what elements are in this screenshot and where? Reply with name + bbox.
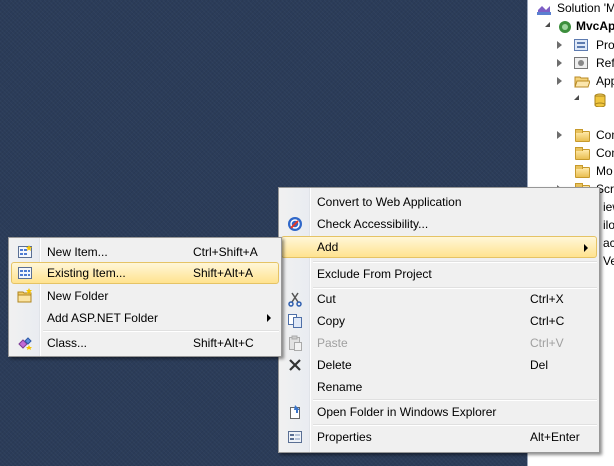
context-menu: Convert to Web Application Check Accessi… <box>278 187 600 453</box>
webconfig-label: Veb <box>603 254 614 268</box>
properties-icon <box>574 39 588 51</box>
menu-item-label: Paste <box>317 336 348 350</box>
existing-item-item[interactable]: Existing Item... Shift+Alt+A <box>11 262 279 284</box>
new-item-item[interactable]: New Item... Ctrl+Shift+A <box>11 241 279 263</box>
collapse-arrow-icon[interactable] <box>574 95 579 100</box>
accessibility-icon <box>287 216 303 232</box>
copy-icon <box>287 313 303 329</box>
menu-item-shortcut: Ctrl+Shift+A <box>193 245 258 259</box>
menu-item-shortcut: Shift+Alt+C <box>193 336 254 350</box>
new-item-icon <box>17 244 33 260</box>
properties-icon <box>287 429 303 445</box>
expand-arrow-icon[interactable] <box>557 59 562 67</box>
references-label: Refe <box>596 56 614 70</box>
cut-item[interactable]: Cut Ctrl+X <box>281 288 597 310</box>
app-data-label: App <box>596 74 614 88</box>
menu-item-label: Cut <box>317 292 336 306</box>
web-project-icon <box>557 20 571 33</box>
menu-item-label: Properties <box>317 430 372 444</box>
paste-item[interactable]: Paste Ctrl+V <box>281 332 597 354</box>
open-folder-icon <box>287 404 303 420</box>
menu-item-label: New Folder <box>47 289 109 303</box>
menu-item-label: Add <box>317 240 339 254</box>
scissors-icon <box>287 291 303 307</box>
add-item[interactable]: Add <box>281 236 597 258</box>
expand-arrow-icon[interactable] <box>557 77 562 85</box>
properties-label: Pro <box>596 38 614 52</box>
expand-arrow-icon[interactable] <box>557 131 562 139</box>
new-folder-item[interactable]: New Folder <box>11 285 279 307</box>
global-label: ilob <box>603 218 614 232</box>
class-item[interactable]: Class... Shift+Alt+C <box>11 332 279 354</box>
existing-item-icon <box>17 265 33 281</box>
menu-item-label: Copy <box>317 314 346 328</box>
menu-item-label: Open Folder in Windows Explorer <box>317 405 497 419</box>
expand-arrow-icon[interactable] <box>557 41 562 49</box>
views-label: iew <box>603 200 614 214</box>
convert-to-web-application-item[interactable]: Convert to Web Application <box>281 191 597 213</box>
solution-icon <box>536 2 551 15</box>
copy-item[interactable]: Copy Ctrl+C <box>281 310 597 332</box>
add-submenu: New Item... Ctrl+Shift+A Existing Item..… <box>8 237 282 357</box>
submenu-arrow-icon <box>267 314 271 322</box>
menu-item-label: Convert to Web Application <box>317 195 462 209</box>
rename-item[interactable]: Rename <box>281 376 597 398</box>
packages-label: ac <box>603 236 614 250</box>
menu-item-label: Rename <box>317 380 363 394</box>
delete-item[interactable]: Delete Del <box>281 354 597 376</box>
folder-icon <box>575 147 590 160</box>
folder-icon <box>575 165 590 178</box>
menu-item-shortcut: Alt+Enter <box>530 430 580 444</box>
paste-icon <box>287 335 303 351</box>
content-label: Con <box>596 128 614 142</box>
references-icon <box>574 57 588 69</box>
properties-item[interactable]: Properties Alt+Enter <box>281 426 597 448</box>
new-folder-icon <box>17 288 33 304</box>
menu-item-shortcut: Del <box>530 358 549 372</box>
folder-open-icon <box>574 75 591 88</box>
menu-item-label: Class... <box>47 336 88 350</box>
menu-item-label: Delete <box>317 358 352 372</box>
delete-icon <box>287 357 303 373</box>
project-label: MvcAp <box>576 19 614 33</box>
add-aspnet-folder-item[interactable]: Add ASP.NET Folder <box>11 307 279 329</box>
controllers-label: Con <box>596 146 614 160</box>
menu-item-label: Add ASP.NET Folder <box>47 311 158 325</box>
menu-item-shortcut: Ctrl+V <box>530 336 564 350</box>
menu-item-label: Exclude From Project <box>317 267 432 281</box>
open-folder-in-explorer-item[interactable]: Open Folder in Windows Explorer <box>281 401 597 423</box>
menu-item-label: Check Accessibility... <box>317 217 429 231</box>
menu-item-label: Existing Item... <box>47 266 126 280</box>
collapse-arrow-icon[interactable] <box>545 22 550 27</box>
menu-item-shortcut: Shift+Alt+A <box>193 266 254 280</box>
folder-icon <box>575 129 590 142</box>
menu-item-shortcut: Ctrl+X <box>530 292 564 306</box>
exclude-from-project-item[interactable]: Exclude From Project <box>281 263 597 285</box>
menu-item-label: New Item... <box>47 245 108 259</box>
check-accessibility-item[interactable]: Check Accessibility... <box>281 213 597 235</box>
menu-item-shortcut: Ctrl+C <box>530 314 565 328</box>
solution-label: Solution 'M <box>557 1 614 15</box>
models-label: Mo <box>596 164 613 178</box>
class-icon <box>17 335 33 351</box>
database-icon <box>594 93 608 108</box>
submenu-arrow-icon <box>584 244 588 252</box>
